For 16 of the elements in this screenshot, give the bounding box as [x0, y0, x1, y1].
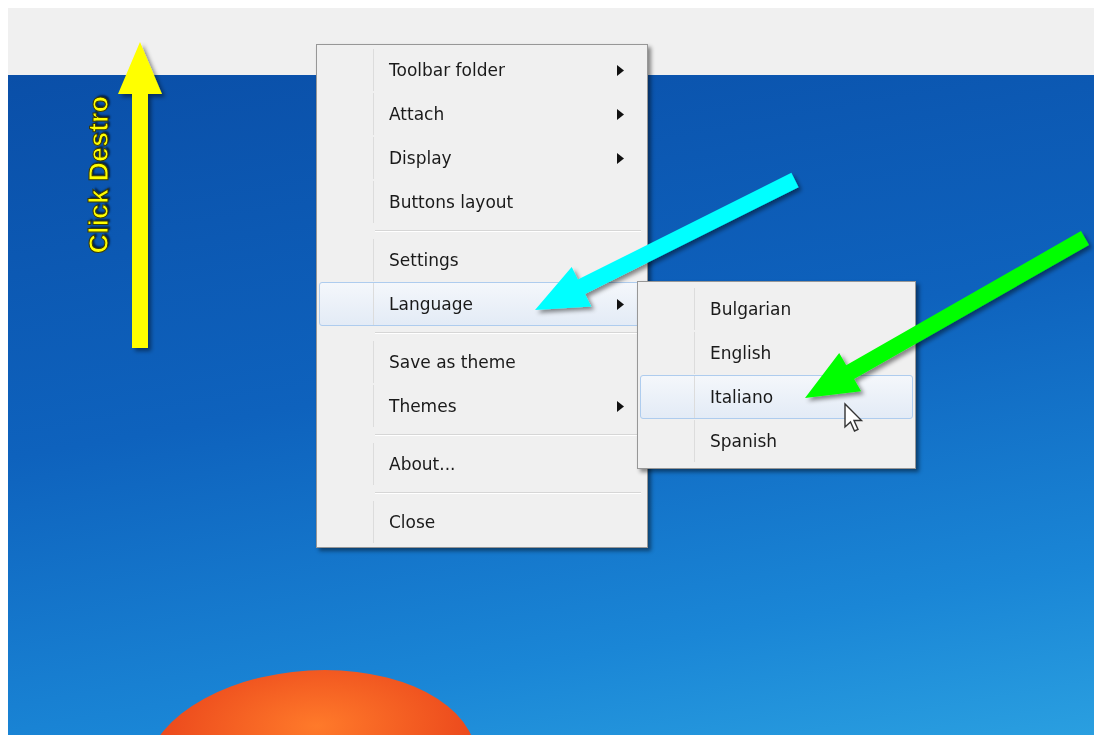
menu-item[interactable]: Spanish: [640, 419, 913, 463]
menu-item[interactable]: Close: [319, 500, 645, 544]
mouse-cursor-icon: [843, 402, 865, 434]
menu-item[interactable]: Buttons layout: [319, 180, 645, 224]
menu-item[interactable]: Italiano: [640, 375, 913, 419]
annotation-label: Click Destro: [84, 96, 115, 254]
menu-item[interactable]: English: [640, 331, 913, 375]
submenu-arrow-icon: [617, 64, 624, 76]
submenu-arrow-icon: [617, 400, 624, 412]
submenu-arrow-icon: [617, 298, 624, 310]
menu-item[interactable]: Settings: [319, 238, 645, 282]
menu-item[interactable]: Attach: [319, 92, 645, 136]
menu-item[interactable]: Display: [319, 136, 645, 180]
menu-item[interactable]: Toolbar folder: [319, 48, 645, 92]
submenu-arrow-icon: [617, 108, 624, 120]
submenu-arrow-icon: [617, 152, 624, 164]
